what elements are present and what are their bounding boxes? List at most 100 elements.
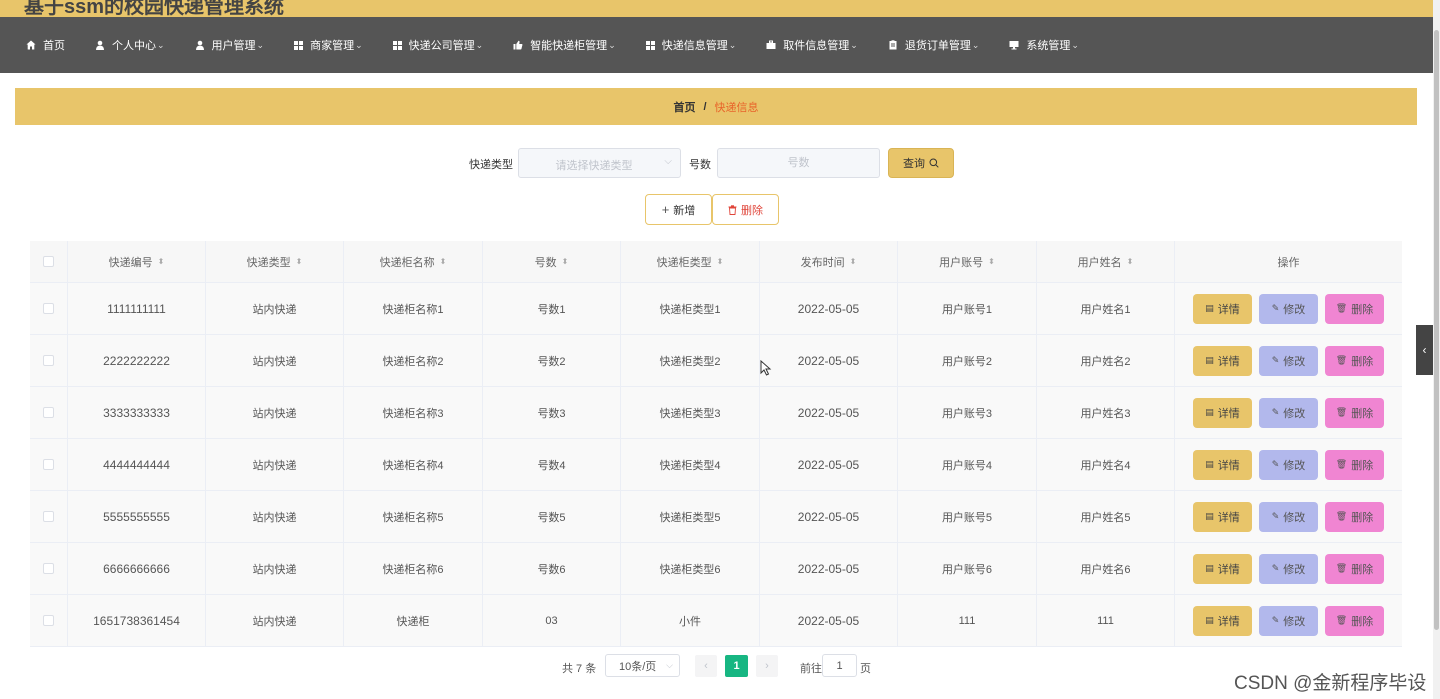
cell-slot-number: 号数4 (483, 439, 621, 490)
row-checkbox[interactable] (43, 355, 54, 366)
sort-icon[interactable]: ⬍ (296, 257, 303, 266)
row-checkbox[interactable] (43, 563, 54, 574)
edit-button[interactable]: ✎ 修改 (1259, 397, 1318, 428)
row-checkbox[interactable] (43, 511, 54, 522)
document-icon: ▤ (1205, 407, 1214, 417)
row-checkbox[interactable] (43, 303, 54, 314)
breadcrumb-home[interactable]: 首页 (673, 99, 695, 115)
detail-button[interactable]: ▤ 详情 (1193, 293, 1252, 324)
table-row: 1111111111 站内快递 快递柜名称1 号数1 快递柜类型1 2022-05-05 用… (30, 283, 1402, 335)
ops-header: 操作 (1277, 256, 1300, 269)
table-row: 5555555555 站内快递 快递柜名称5 号数5 快递柜类型5 2022-05-05 用… (30, 491, 1402, 543)
table-row: 6666666666 站内快递 快递柜名称6 号数6 快递柜类型6 2022-05-05 用… (30, 543, 1402, 595)
delete-button[interactable]: 🗑 删除 (1325, 397, 1384, 428)
sort-icon[interactable]: ⬍ (1127, 257, 1134, 266)
trash-icon: 🗑 (1335, 459, 1348, 469)
sort-icon[interactable]: ⬍ (440, 257, 447, 266)
cell-courier-number: 1111111111 (68, 283, 206, 334)
goto-page-input[interactable] (823, 655, 856, 676)
delete-button[interactable]: 🗑 删除 (1325, 293, 1384, 324)
column-header[interactable]: 用户账号 ⬍ (898, 241, 1037, 282)
column-header[interactable]: 快递柜名称 ⬍ (344, 241, 483, 282)
detail-button[interactable]: ▤ 详情 (1193, 345, 1252, 376)
column-header[interactable]: 快递柜类型 ⬍ (621, 241, 760, 282)
cell-courier-number: 6666666666 (68, 543, 206, 594)
add-button-label: 新增 (673, 204, 696, 217)
detail-button-label: 详情 (1217, 511, 1240, 524)
column-header[interactable]: 用户姓名 ⬍ (1037, 241, 1175, 282)
column-header[interactable]: 发布时间 ⬍ (760, 241, 898, 282)
nav-item-return-orders[interactable]: 退货订单管理 ⌄ (888, 37, 979, 53)
nav-item-merchants[interactable]: 商家管理 ⌄ (294, 37, 363, 53)
type-select-placeholder: 请选择快递类型 (555, 160, 633, 172)
delete-button-label: 删除 (1351, 615, 1374, 628)
nav-item-courier-info[interactable]: 快递信息管理 ⌄ (645, 37, 736, 53)
column-header[interactable]: 号数 ⬍ (483, 241, 621, 282)
pencil-icon: ✎ (1271, 407, 1280, 417)
nav-item-system[interactable]: 系统管理 ⌄ (1009, 37, 1079, 53)
nav-item-courier-companies[interactable]: 快递公司管理 ⌄ (392, 37, 483, 53)
clipboard-icon (888, 40, 898, 50)
detail-button[interactable]: ▤ 详情 (1193, 397, 1252, 428)
nav-item-pickup-info[interactable]: 取件信息管理 ⌄ (766, 37, 858, 53)
edit-button[interactable]: ✎ 修改 (1259, 345, 1318, 376)
side-panel-toggle[interactable]: ‹ (1416, 325, 1433, 375)
query-button[interactable]: 查询 (888, 148, 954, 178)
home-icon (26, 40, 36, 50)
row-select-cell (30, 491, 68, 542)
sort-icon[interactable]: ⬍ (717, 257, 724, 266)
cell-locker-name: 快递柜名称6 (344, 543, 483, 594)
query-button-label: 查询 (903, 158, 925, 170)
sort-icon[interactable]: ⬍ (988, 257, 995, 266)
detail-button[interactable]: ▤ 详情 (1193, 605, 1252, 636)
edit-button[interactable]: ✎ 修改 (1259, 501, 1318, 532)
delete-button[interactable]: 🗑 删除 (1325, 449, 1384, 480)
chevron-down-icon: ⌄ (256, 39, 265, 50)
type-select[interactable]: 请选择快递类型 ⌵ (518, 148, 681, 178)
pencil-icon: ✎ (1271, 563, 1280, 573)
row-checkbox[interactable] (43, 615, 54, 626)
prev-page-button[interactable]: ‹ (695, 655, 717, 677)
column-header[interactable]: 快递编号 ⬍ (68, 241, 206, 282)
detail-button[interactable]: ▤ 详情 (1193, 449, 1252, 480)
nav-item-profile[interactable]: 个人中心 ⌄ (95, 37, 165, 53)
delete-button[interactable]: 🗑 删除 (1325, 553, 1384, 584)
edit-button[interactable]: ✎ 修改 (1259, 293, 1318, 324)
scrollbar[interactable] (1433, 0, 1440, 699)
row-actions: ▤ 详情 ✎ 修改 🗑 删除 (1175, 491, 1402, 542)
row-actions: ▤ 详情 ✎ 修改 🗑 删除 (1175, 543, 1402, 594)
next-page-button[interactable]: › (756, 655, 778, 677)
nav-item-smart-lockers[interactable]: 智能快递柜管理 ⌄ (513, 37, 616, 53)
row-checkbox[interactable] (43, 407, 54, 418)
detail-button[interactable]: ▤ 详情 (1193, 553, 1252, 584)
delete-button[interactable]: 🗑 删除 (1325, 345, 1384, 376)
select-all-checkbox[interactable] (43, 256, 54, 267)
page-size-select[interactable]: 10条/页 ⌵ (605, 654, 680, 677)
column-header[interactable]: 快递类型 ⬍ (206, 241, 344, 282)
edit-button[interactable]: ✎ 修改 (1259, 449, 1318, 480)
nav-item-label: 系统管理 (1026, 40, 1071, 52)
nav-item-home[interactable]: 首页 (26, 37, 65, 53)
scrollbar-thumb[interactable] (1434, 30, 1439, 630)
cell-slot-number: 号数2 (483, 335, 621, 386)
detail-button[interactable]: ▤ 详情 (1193, 501, 1252, 532)
delete-button[interactable]: 🗑 删除 (1325, 605, 1384, 636)
number-input[interactable] (718, 149, 879, 177)
delete-button-label: 删除 (1351, 303, 1374, 316)
edit-button[interactable]: ✎ 修改 (1259, 553, 1318, 584)
document-icon: ▤ (1205, 303, 1214, 313)
add-button[interactable]: + 新增 (645, 194, 712, 225)
delete-button-label: 删除 (1351, 459, 1374, 472)
delete-button-label: 删除 (741, 204, 763, 217)
sort-icon[interactable]: ⬍ (850, 257, 857, 266)
delete-button[interactable]: 🗑 删除 (1325, 501, 1384, 532)
sort-icon[interactable]: ⬍ (158, 257, 165, 266)
edit-button[interactable]: ✎ 修改 (1259, 605, 1318, 636)
nav-item-users[interactable]: 用户管理 ⌄ (195, 37, 265, 53)
batch-delete-button[interactable]: 删除 (712, 194, 779, 225)
sort-icon[interactable]: ⬍ (562, 257, 569, 266)
cell-slot-number: 号数5 (483, 491, 621, 542)
row-checkbox[interactable] (43, 459, 54, 470)
page-number-current[interactable]: 1 (725, 655, 748, 677)
column-header-label: 用户姓名 (1077, 256, 1122, 269)
